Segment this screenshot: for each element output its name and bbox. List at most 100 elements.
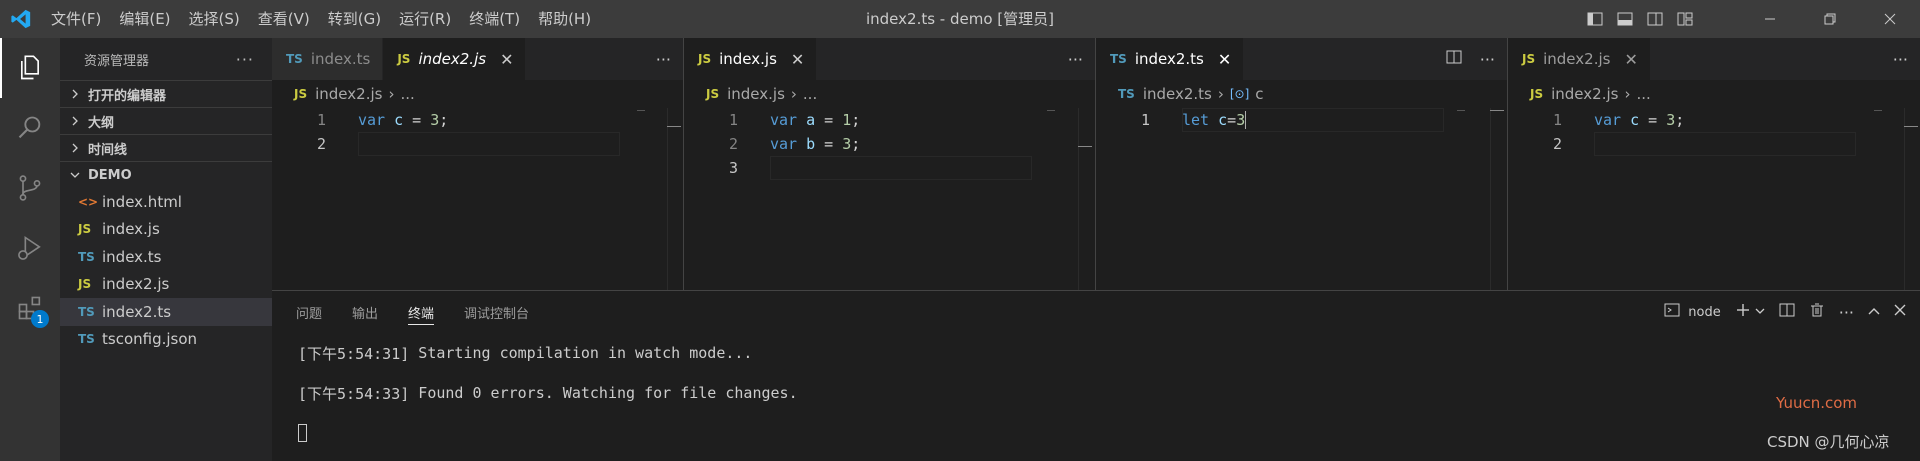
trash-icon[interactable]	[1809, 302, 1825, 322]
more-actions-icon[interactable]: ···	[1893, 50, 1908, 69]
tab-index2-ts[interactable]: TS index2.ts ✕	[1096, 38, 1245, 80]
menu-file[interactable]: 文件(F)	[42, 0, 110, 38]
explorer-title: 资源管理器	[84, 53, 150, 69]
minimap	[1457, 110, 1465, 111]
scrollbar[interactable]	[1490, 108, 1504, 290]
chevron-right-icon	[66, 89, 84, 99]
scrollbar-thumb[interactable]	[1078, 146, 1092, 147]
file-item-selected[interactable]: TS index2.ts	[60, 298, 272, 326]
scrollbar-thumb[interactable]	[667, 126, 681, 127]
file-item[interactable]: TS tsconfig.json	[60, 326, 272, 354]
code-editor[interactable]: 1 var a = 1; 2 var b = 3; 3	[684, 108, 1095, 180]
tab-index-js[interactable]: JS index.js ✕	[684, 38, 818, 80]
menu-edit[interactable]: 编辑(E)	[110, 0, 179, 38]
code-editor[interactable]: 1 var c = 3; 2	[1508, 108, 1920, 156]
tab-problems[interactable]: 问题	[296, 291, 322, 333]
tab-output[interactable]: 输出	[352, 291, 378, 333]
more-actions-icon[interactable]: ···	[1068, 50, 1083, 69]
menu-run[interactable]: 运行(R)	[390, 0, 460, 38]
tab-index2-js[interactable]: JS index2.js ✕	[1508, 38, 1651, 80]
section-label: 时间线	[88, 142, 128, 158]
breadcrumb-rest[interactable]: ...	[803, 85, 817, 103]
close-tab-icon[interactable]: ✕	[791, 50, 804, 69]
html-file-icon: <>	[78, 194, 99, 209]
file-name: index.ts	[102, 247, 162, 266]
chevron-down-icon[interactable]	[1755, 305, 1765, 320]
current-line-highlight	[1182, 108, 1444, 132]
menu-view[interactable]: 查看(V)	[249, 0, 319, 38]
breadcrumb-file[interactable]: index2.js	[1551, 85, 1618, 103]
explorer-sidebar: 资源管理器 ··· 打开的编辑器 大纲 时间线 DEMO <> index.ht…	[60, 38, 272, 461]
activity-bar: 1	[0, 38, 60, 461]
source-control-icon[interactable]	[0, 158, 60, 218]
tab-index2-js[interactable]: JS index2.js ✕	[383, 38, 527, 80]
toggle-panel-icon[interactable]	[1610, 0, 1640, 38]
close-tab-icon[interactable]: ✕	[1624, 50, 1637, 69]
minimize-icon[interactable]	[1740, 0, 1800, 38]
more-actions-icon[interactable]: ···	[1480, 50, 1495, 69]
scrollbar[interactable]	[667, 108, 681, 290]
breadcrumb-file[interactable]: index2.ts	[1143, 85, 1212, 103]
file-name: index2.ts	[102, 302, 172, 321]
split-terminal-icon[interactable]	[1779, 302, 1795, 322]
breadcrumb-file[interactable]: index2.js	[315, 85, 382, 103]
section-outline[interactable]: 大纲	[60, 107, 272, 134]
menu-terminal[interactable]: 终端(T)	[460, 0, 529, 38]
menu-help[interactable]: 帮助(H)	[529, 0, 600, 38]
js-file-icon: JS	[78, 277, 92, 292]
file-item[interactable]: <> index.html	[60, 188, 272, 216]
chevron-down-icon	[66, 170, 84, 180]
breadcrumb-rest[interactable]: ...	[400, 85, 414, 103]
scrollbar[interactable]	[1904, 108, 1918, 290]
toggle-primary-sidebar-icon[interactable]	[1580, 0, 1610, 38]
breadcrumb-symbol[interactable]: c	[1255, 85, 1263, 103]
tab-debug-console[interactable]: 调试控制台	[464, 291, 529, 333]
breadcrumb: JS index2.js › ...	[1508, 80, 1920, 108]
more-actions-icon[interactable]: ···	[1839, 303, 1854, 322]
js-file-icon: JS	[698, 52, 712, 66]
close-panel-icon[interactable]	[1894, 304, 1906, 320]
code-editor[interactable]: 1 let c=3	[1096, 108, 1507, 132]
scrollbar-thumb[interactable]	[1490, 110, 1504, 111]
js-file-icon: JS	[397, 52, 411, 66]
menu-go[interactable]: 转到(G)	[319, 0, 390, 38]
close-tab-icon[interactable]: ✕	[1218, 50, 1231, 69]
code-editor[interactable]: 1 var c = 3; 2	[272, 108, 683, 156]
ts-file-icon: TS	[78, 304, 95, 319]
section-timeline[interactable]: 时间线	[60, 134, 272, 161]
close-tab-icon[interactable]: ✕	[500, 50, 513, 69]
file-item[interactable]: JS index2.js	[60, 271, 272, 299]
tab-terminal[interactable]: 终端	[408, 291, 435, 333]
maximize-panel-icon[interactable]	[1868, 305, 1880, 320]
split-editor-icon[interactable]	[1446, 49, 1462, 69]
terminal-output[interactable]: [下午5:54:31] Starting compilation in watc…	[272, 333, 1920, 453]
terminal-selector[interactable]: node	[1688, 305, 1720, 320]
new-terminal-icon[interactable]	[1735, 302, 1751, 322]
breadcrumb-rest[interactable]: ...	[1636, 85, 1650, 103]
section-demo-folder[interactable]: DEMO	[60, 161, 272, 188]
restore-icon[interactable]	[1800, 0, 1860, 38]
file-item[interactable]: JS index.js	[60, 216, 272, 244]
customize-layout-icon[interactable]	[1670, 0, 1700, 38]
scrollbar[interactable]	[1078, 108, 1092, 290]
close-window-icon[interactable]	[1860, 0, 1920, 38]
section-open-editors[interactable]: 打开的编辑器	[60, 80, 272, 107]
menu-selection[interactable]: 选择(S)	[180, 0, 249, 38]
run-debug-icon[interactable]	[0, 218, 60, 278]
file-item[interactable]: TS index.ts	[60, 243, 272, 271]
more-actions-icon[interactable]: ···	[236, 50, 254, 69]
code-line: 2 var b = 3;	[728, 135, 861, 153]
terminal-panel: 问题 输出 终端 调试控制台 node ··· [下午5:54:31] Star…	[272, 290, 1920, 461]
search-icon[interactable]	[0, 98, 60, 158]
editor-group-1: TS index.ts JS index2.js ✕ ··· JS index2…	[272, 38, 683, 290]
breadcrumb-file[interactable]: index.js	[727, 85, 785, 103]
tab-index-ts[interactable]: TS index.ts	[272, 38, 384, 80]
editor-group-2: JS index.js ✕ ··· JS index.js › ... 1 va…	[684, 38, 1095, 290]
minimap	[637, 110, 645, 111]
explorer-icon[interactable]	[0, 38, 60, 98]
ts-file-icon: TS	[78, 249, 95, 264]
more-actions-icon[interactable]: ···	[656, 50, 671, 69]
scrollbar-thumb[interactable]	[1904, 126, 1918, 127]
toggle-secondary-sidebar-icon[interactable]	[1640, 0, 1670, 38]
extensions-icon[interactable]: 1	[0, 278, 60, 338]
